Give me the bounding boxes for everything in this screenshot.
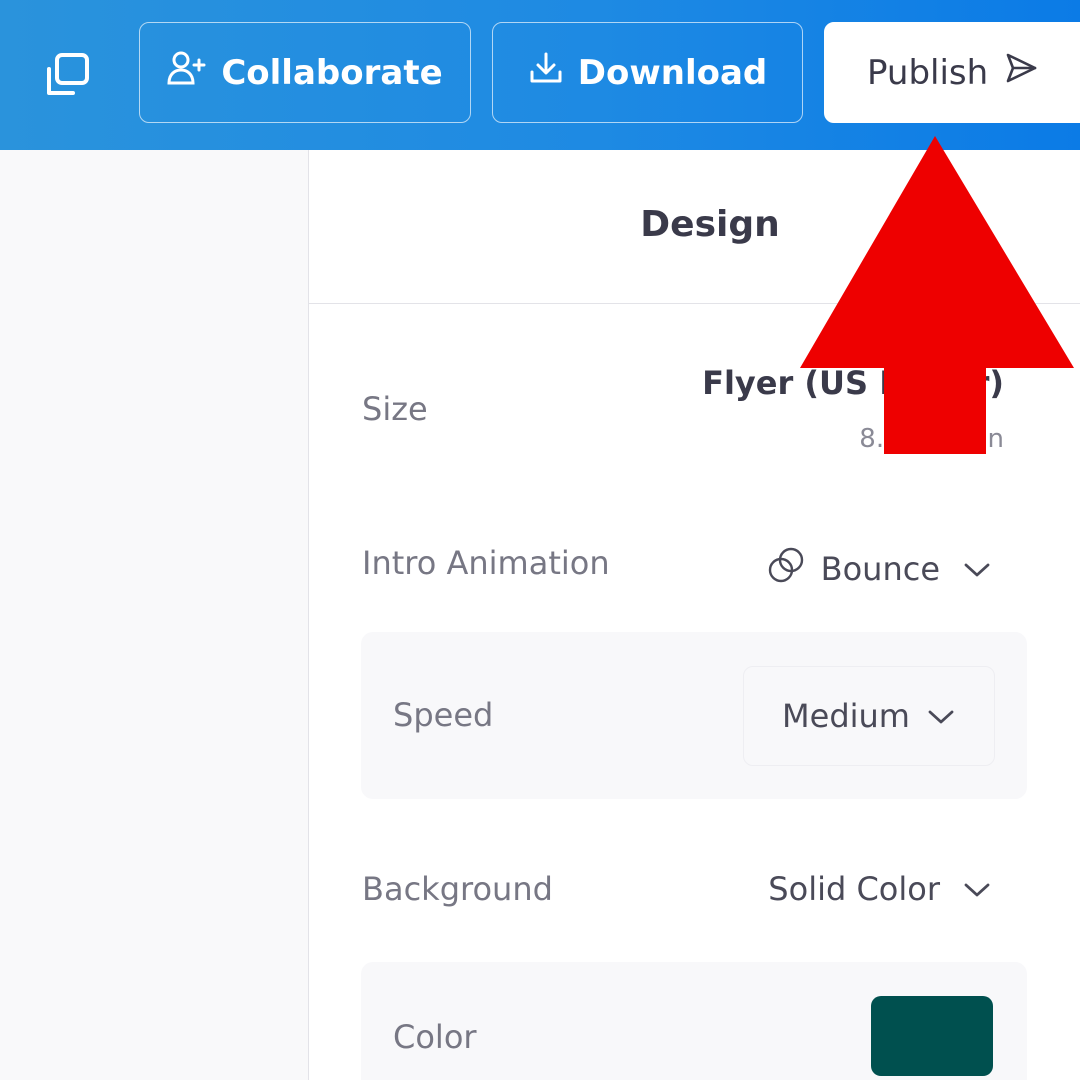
intro-animation-value: Bounce bbox=[820, 550, 940, 588]
collaborate-label: Collaborate bbox=[221, 52, 443, 93]
download-button[interactable]: Download bbox=[492, 22, 803, 123]
animation-circles-icon bbox=[765, 544, 807, 594]
chevron-down-icon bbox=[926, 697, 956, 735]
color-swatch[interactable] bbox=[871, 996, 993, 1076]
annotation-arrow bbox=[800, 136, 1074, 454]
speed-value: Medium bbox=[782, 697, 910, 735]
chevron-down-icon bbox=[962, 870, 992, 908]
top-toolbar: Collaborate Download Publish bbox=[0, 0, 1080, 150]
color-row: Color bbox=[361, 962, 1027, 1080]
download-icon bbox=[528, 50, 564, 95]
size-label: Size bbox=[362, 390, 428, 428]
speed-select[interactable]: Medium bbox=[743, 666, 995, 766]
add-user-icon bbox=[167, 50, 207, 95]
color-label: Color bbox=[393, 1018, 477, 1056]
background-select[interactable]: Solid Color bbox=[768, 870, 992, 908]
chevron-down-icon bbox=[962, 550, 992, 588]
publish-label: Publish bbox=[867, 52, 989, 93]
background-value: Solid Color bbox=[768, 870, 940, 908]
background-label: Background bbox=[362, 870, 553, 908]
speed-label: Speed bbox=[393, 696, 494, 734]
duplicate-icon[interactable] bbox=[40, 48, 94, 102]
intro-animation-select[interactable]: Bounce bbox=[765, 544, 992, 594]
intro-animation-label: Intro Animation bbox=[362, 544, 610, 582]
publish-button[interactable]: Publish bbox=[824, 22, 1080, 123]
collaborate-button[interactable]: Collaborate bbox=[139, 22, 471, 123]
send-icon bbox=[1004, 51, 1038, 94]
download-label: Download bbox=[577, 52, 768, 93]
speed-row: Speed Medium bbox=[361, 632, 1027, 799]
